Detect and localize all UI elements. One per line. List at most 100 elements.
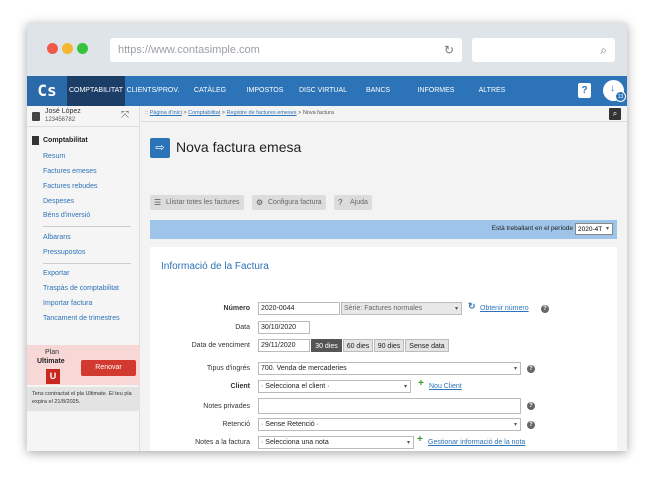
invoice-notes-value: · Selecciona una nota <box>261 439 329 446</box>
due-60-days-button[interactable]: 60 dies <box>343 339 373 352</box>
income-type-select[interactable]: 700. Venda de mercaderies ▾ <box>258 362 521 375</box>
breadcrumb-current: Nova factura <box>302 110 334 116</box>
url-bar[interactable]: https://www.contasimple.com ↻ <box>110 38 462 62</box>
sidebar-item-exportar[interactable]: Exportar <box>43 270 69 277</box>
maximize-window-button[interactable] <box>77 43 88 54</box>
top-nav: Cs COMPTABILITAT CLIENTS/PROV. CATÀLEG I… <box>27 76 627 106</box>
help-icon[interactable]: ? <box>527 402 535 410</box>
plan-label: Plan <box>45 349 60 356</box>
new-client-link[interactable]: Nou Client <box>429 383 462 390</box>
document-icon <box>32 136 39 145</box>
user-info: José López 123456782 ⤧ <box>27 106 140 127</box>
sidebar-item-traspas[interactable]: Traspàs de comptabilitat <box>43 285 119 292</box>
invoice-notes-label: Notes a la factura <box>195 439 250 446</box>
data-label: Data <box>235 324 250 331</box>
period-value: 2020-4T <box>578 226 603 233</box>
retention-select[interactable]: · Sense Retenció · ▾ <box>258 418 521 431</box>
sidebar-item-resum[interactable]: Resum <box>43 153 65 160</box>
question-icon: ? <box>338 198 343 207</box>
due-30-days-button[interactable]: 30 dies <box>311 339 342 352</box>
sidebar-item-tancament[interactable]: Tancament de trimestres <box>43 315 120 322</box>
due-date-input[interactable]: 29/11/2020 <box>258 339 310 352</box>
breadcrumb-comptabilitat[interactable]: Comptabilitat <box>188 110 220 116</box>
chevron-down-icon: ▾ <box>605 226 609 232</box>
chevron-down-icon: ▾ <box>513 366 517 372</box>
main-content: :: Pàgina d'inici > Comptabilitat > Regi… <box>141 106 627 451</box>
no-due-date-button[interactable]: Sense data <box>405 339 449 352</box>
invoice-notes-select[interactable]: · Selecciona una nota ▾ <box>258 436 414 449</box>
sidebar-divider <box>43 263 131 264</box>
notification-badge: 13 <box>615 91 626 102</box>
nav-item-clients[interactable]: CLIENTS/PROV. <box>125 76 181 106</box>
private-notes-input[interactable] <box>258 398 521 414</box>
breadcrumb-registre[interactable]: Registre de factures emeses <box>227 110 297 116</box>
serie-select[interactable]: Sèrie: Factures normales ▾ <box>341 302 462 315</box>
help-page-label: Ajuda <box>350 199 368 206</box>
minimize-window-button[interactable] <box>62 43 73 54</box>
due-date-label: Data de venciment <box>191 342 250 349</box>
nav-item-bancs[interactable]: BANCS <box>355 76 401 106</box>
period-bar: Està treballant en el període 2020-4T ▾ <box>150 220 617 239</box>
chevron-down-icon: ▾ <box>403 384 407 390</box>
browser-search-field[interactable]: ⌕ <box>472 38 615 62</box>
nav-item-comptabilitat[interactable]: COMPTABILITAT <box>67 76 125 106</box>
breadcrumb-home[interactable]: Pàgina d'inici <box>150 110 182 116</box>
list-invoices-button[interactable]: ☰ Llistar totes les factures <box>150 195 244 210</box>
obtain-number-link[interactable]: Obtenir número <box>480 305 529 312</box>
period-label: Està treballant en el període <box>491 225 573 232</box>
search-icon: ⌕ <box>600 43 607 57</box>
switch-account-icon[interactable]: ⤧ <box>121 110 129 121</box>
sidebar-item-factures-emeses[interactable]: Factures emeses <box>43 168 97 175</box>
chevron-down-icon: ▾ <box>406 440 410 446</box>
date-input[interactable]: 30/10/2020 <box>258 321 310 334</box>
client-select[interactable]: · Selecciona el client · ▾ <box>258 380 411 393</box>
app-logo[interactable]: Cs <box>27 76 67 106</box>
period-select[interactable]: 2020-4T ▾ <box>575 223 613 235</box>
chevron-down-icon: ▾ <box>513 422 517 428</box>
user-card-icon <box>32 112 40 121</box>
help-icon[interactable]: ? <box>541 305 549 313</box>
nav-item-altres[interactable]: ALTRES <box>467 76 517 106</box>
sidebar-item-albarans[interactable]: Albarans <box>43 234 71 241</box>
sidebar-item-bens-inversio[interactable]: Béns d'inversió <box>43 212 90 219</box>
nav-item-impostos[interactable]: IMPOSTOS <box>239 76 291 106</box>
invoice-icon: ⇨ <box>150 138 170 158</box>
nav-item-informes[interactable]: INFORMES <box>411 76 461 106</box>
plan-name: Ultimate <box>37 358 65 365</box>
configure-invoice-label: Configura factura <box>268 199 322 206</box>
search-icon[interactable]: ⌕ <box>609 108 621 120</box>
sidebar-item-pressupostos[interactable]: Pressupostos <box>43 249 85 256</box>
sidebar: José López 123456782 ⤧ Comptabilitat Res… <box>27 106 140 451</box>
breadcrumb-bar: :: Pàgina d'inici > Comptabilitat > Regi… <box>141 106 627 122</box>
invoice-form: Informació de la Factura Número 2020-004… <box>150 247 617 451</box>
nav-item-disc-virtual[interactable]: DISC VIRTUAL <box>295 76 351 106</box>
sidebar-item-importar-factura[interactable]: Importar factura <box>43 300 92 307</box>
nav-item-cataleg[interactable]: CATÀLEG <box>185 76 235 106</box>
help-icon[interactable]: ? <box>527 365 535 373</box>
manage-note-link[interactable]: Gestionar informació de la nota <box>428 439 525 446</box>
retention-label: Retenció <box>222 421 250 428</box>
help-button[interactable]: ? <box>578 83 591 98</box>
plan-note: Tens contractat el pla Ultimate. El teu … <box>27 387 140 411</box>
plan-panel: Plan Ultimate U Renovar <box>27 345 140 385</box>
help-page-button[interactable]: ? Ajuda <box>334 195 372 210</box>
help-icon[interactable]: ? <box>527 421 535 429</box>
due-90-days-button[interactable]: 90 dies <box>374 339 404 352</box>
renew-button[interactable]: Renovar <box>81 360 136 376</box>
browser-chrome: https://www.contasimple.com ↻ ⌕ <box>27 23 627 76</box>
private-notes-label: Notes privades <box>203 403 250 410</box>
client-label: Client <box>230 383 250 390</box>
sidebar-item-factures-rebudes[interactable]: Factures rebudes <box>43 183 97 190</box>
user-menu-button[interactable]: ↓ 13 <box>603 80 626 102</box>
close-window-button[interactable] <box>47 43 58 54</box>
income-type-value: 700. Venda de mercaderies <box>261 365 347 372</box>
list-invoices-label: Llistar totes les factures <box>166 199 240 206</box>
chevron-down-icon: ▾ <box>454 306 458 312</box>
reload-icon[interactable]: ↻ <box>444 38 454 62</box>
income-type-label: Tipus d'ingrés <box>206 365 250 372</box>
sidebar-divider <box>43 226 131 227</box>
numero-input[interactable]: 2020-0044 <box>258 302 340 315</box>
sidebar-item-despeses[interactable]: Despeses <box>43 198 74 205</box>
list-icon: ☰ <box>154 198 162 207</box>
configure-invoice-button[interactable]: ⚙ Configura factura <box>252 195 326 210</box>
